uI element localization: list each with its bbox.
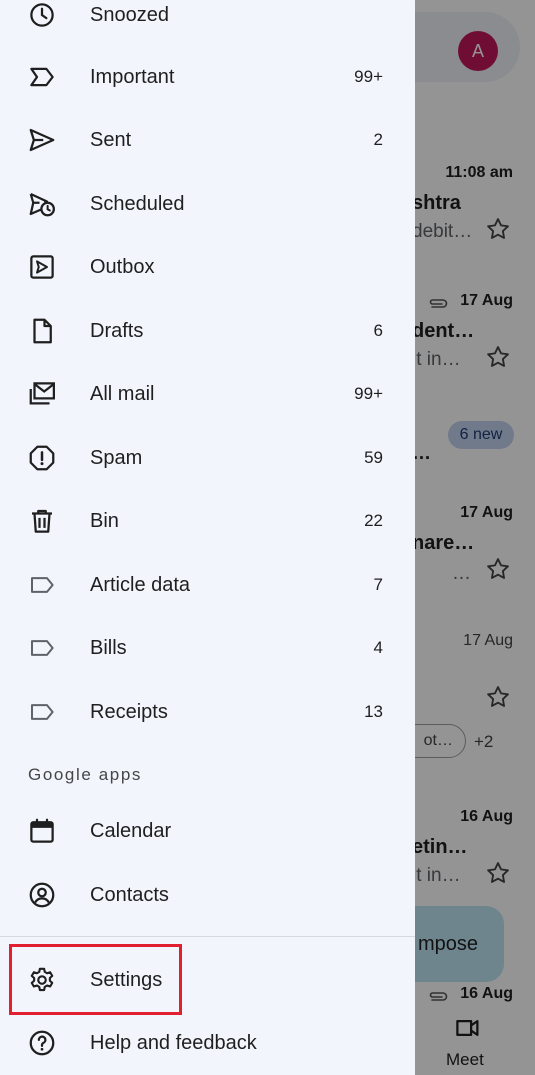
nav-item-receipts[interactable]: Receipts 13 bbox=[0, 681, 415, 743]
nav-count: 59 bbox=[364, 448, 383, 467]
label-icon bbox=[26, 569, 58, 601]
nav-count: 2 bbox=[373, 130, 383, 149]
drawer-divider bbox=[0, 936, 415, 937]
nav-item-outbox[interactable]: Outbox bbox=[0, 236, 415, 298]
trash-icon bbox=[26, 505, 58, 537]
calendar-icon bbox=[26, 815, 58, 847]
nav-label: Contacts bbox=[90, 883, 169, 906]
nav-label: Help and feedback bbox=[90, 1031, 257, 1054]
nav-item-all-mail[interactable]: All mail 99+ bbox=[0, 363, 415, 425]
spam-icon bbox=[26, 442, 58, 474]
nav-label: Bills bbox=[90, 636, 127, 659]
nav-item-help-feedback[interactable]: Help and feedback bbox=[0, 1012, 415, 1074]
nav-count: 99+ bbox=[354, 67, 383, 86]
nav-label: Article data bbox=[90, 573, 191, 596]
nav-item-bin[interactable]: Bin 22 bbox=[0, 490, 415, 552]
important-icon bbox=[26, 61, 58, 93]
nav-label: Important bbox=[90, 65, 175, 88]
nav-item-spam[interactable]: Spam 59 bbox=[0, 427, 415, 489]
label-icon bbox=[26, 696, 58, 728]
nav-label: Spam bbox=[90, 446, 143, 469]
label-icon bbox=[26, 632, 58, 664]
nav-label: Sent bbox=[90, 128, 132, 151]
help-icon bbox=[26, 1027, 58, 1059]
nav-label: Bin bbox=[90, 509, 119, 532]
navigation-drawer: Snoozed Important 99+ Sent 2 Scheduled O… bbox=[0, 0, 415, 1075]
nav-label: Drafts bbox=[90, 319, 144, 342]
all-mail-icon bbox=[26, 378, 58, 410]
nav-count: 4 bbox=[373, 638, 383, 657]
settings-highlight-box bbox=[9, 944, 182, 1015]
nav-item-scheduled[interactable]: Scheduled bbox=[0, 173, 415, 235]
nav-label: Snoozed bbox=[90, 3, 169, 26]
section-heading-google-apps: Google apps bbox=[28, 765, 143, 784]
nav-label: Outbox bbox=[90, 255, 155, 278]
outbox-icon bbox=[26, 251, 58, 283]
send-icon bbox=[26, 124, 58, 156]
nav-item-article-data[interactable]: Article data 7 bbox=[0, 554, 415, 616]
nav-count: 7 bbox=[373, 575, 383, 594]
nav-count: 22 bbox=[364, 511, 383, 530]
scheduled-send-icon bbox=[26, 188, 58, 220]
nav-item-sent[interactable]: Sent 2 bbox=[0, 109, 415, 171]
nav-item-contacts[interactable]: Contacts bbox=[0, 864, 415, 926]
draft-icon bbox=[26, 315, 58, 347]
contacts-icon bbox=[26, 879, 58, 911]
nav-item-snoozed[interactable]: Snoozed bbox=[0, 0, 415, 46]
nav-count: 6 bbox=[373, 321, 383, 340]
clock-icon bbox=[26, 0, 58, 31]
nav-item-bills[interactable]: Bills 4 bbox=[0, 617, 415, 679]
nav-label: Receipts bbox=[90, 700, 168, 723]
nav-label: All mail bbox=[90, 382, 155, 405]
nav-item-drafts[interactable]: Drafts 6 bbox=[0, 300, 415, 362]
nav-item-important[interactable]: Important 99+ bbox=[0, 46, 415, 108]
nav-item-calendar[interactable]: Calendar bbox=[0, 800, 415, 862]
nav-label: Calendar bbox=[90, 819, 172, 842]
nav-count: 13 bbox=[364, 702, 383, 721]
nav-label: Scheduled bbox=[90, 192, 185, 215]
nav-count: 99+ bbox=[354, 384, 383, 403]
